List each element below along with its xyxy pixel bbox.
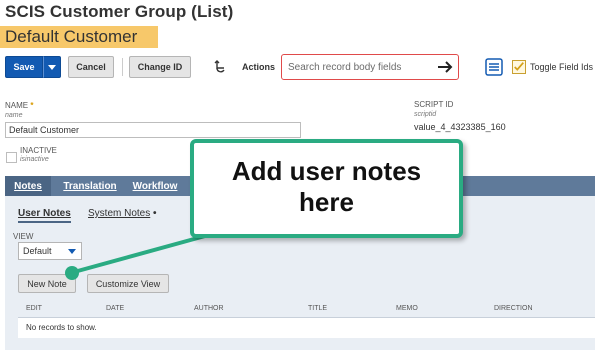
undo-icon[interactable]: [213, 59, 229, 75]
tab-workflow-label: Workflow: [132, 180, 178, 192]
view-label: VIEW: [13, 232, 34, 241]
toggle-field-ids-label: Toggle Field Ids: [530, 62, 594, 72]
toolbar-divider: [122, 58, 123, 76]
column-header-title[interactable]: TITLE: [308, 305, 327, 312]
tab-translation-label: Translation: [63, 180, 117, 192]
column-header-memo[interactable]: MEMO: [396, 305, 418, 312]
save-button[interactable]: Save: [5, 56, 43, 78]
search-box[interactable]: [281, 54, 459, 80]
chevron-down-icon: [68, 249, 76, 254]
callout-line-1: Add user notes: [231, 156, 422, 186]
save-dropdown-button[interactable]: [43, 56, 61, 78]
notes-table-header: EDIT DATE AUTHOR TITLE MEMO DIRECTION: [18, 300, 595, 318]
name-field[interactable]: [5, 122, 301, 138]
name-field-id: name: [5, 112, 23, 119]
script-id-field-id: scriptid: [414, 111, 437, 118]
list-icon[interactable]: [485, 58, 503, 76]
view-select-value: Default: [23, 246, 52, 256]
subtab-system-notes-label: System Notes: [88, 208, 151, 219]
callout-line-2: here: [299, 187, 354, 217]
change-id-button[interactable]: Change ID: [129, 56, 191, 78]
cancel-button[interactable]: Cancel: [68, 56, 114, 78]
name-field-label: NAME *: [5, 101, 33, 110]
actions-menu[interactable]: Actions: [242, 62, 275, 72]
tab-notes-label: Notes: [14, 180, 42, 192]
column-header-edit[interactable]: EDIT: [26, 305, 42, 312]
toggle-field-ids-checkbox[interactable]: [512, 60, 526, 74]
inactive-checkbox[interactable]: [6, 152, 17, 163]
empty-message: No records to show.: [26, 323, 97, 332]
subtab-system-notes-dot: •: [150, 208, 157, 219]
tab-translation[interactable]: Translation: [61, 176, 119, 196]
page-title: SCIS Customer Group (List): [5, 2, 234, 21]
search-input[interactable]: [288, 60, 428, 74]
column-header-date[interactable]: DATE: [106, 305, 124, 312]
inactive-field-id: isinactive: [20, 156, 49, 163]
subtab-system-notes[interactable]: System Notes •: [88, 208, 157, 219]
toolbar: Save Cancel Change ID Actions Toggle Fie…: [5, 54, 595, 80]
customize-view-button[interactable]: Customize View: [87, 274, 169, 293]
new-note-button[interactable]: New Note: [18, 274, 76, 293]
tab-workflow[interactable]: Workflow: [131, 176, 179, 196]
script-id-value: value_4_4323385_160: [414, 122, 506, 132]
checkbox-icon: [514, 62, 524, 71]
subtab-user-notes[interactable]: User Notes: [18, 208, 71, 223]
column-header-direction[interactable]: DIRECTION: [494, 305, 533, 312]
record-name-highlight: Default Customer: [0, 26, 158, 48]
callout-text: Add user notes here: [194, 156, 459, 218]
view-select[interactable]: Default: [18, 242, 82, 260]
name-label-text: NAME: [5, 101, 29, 110]
annotation-callout: Add user notes here: [190, 139, 463, 238]
column-header-author[interactable]: AUTHOR: [194, 305, 224, 312]
script-id-label: SCRIPT ID: [414, 100, 454, 109]
notes-table-body: No records to show.: [18, 318, 595, 338]
tab-notes[interactable]: Notes: [5, 176, 51, 196]
required-mark: *: [30, 101, 34, 110]
inactive-field-label: INACTIVE: [20, 146, 57, 155]
subtab-user-notes-label: User Notes: [18, 208, 71, 219]
chevron-down-icon: [48, 64, 56, 70]
arrow-right-icon[interactable]: [436, 59, 454, 75]
